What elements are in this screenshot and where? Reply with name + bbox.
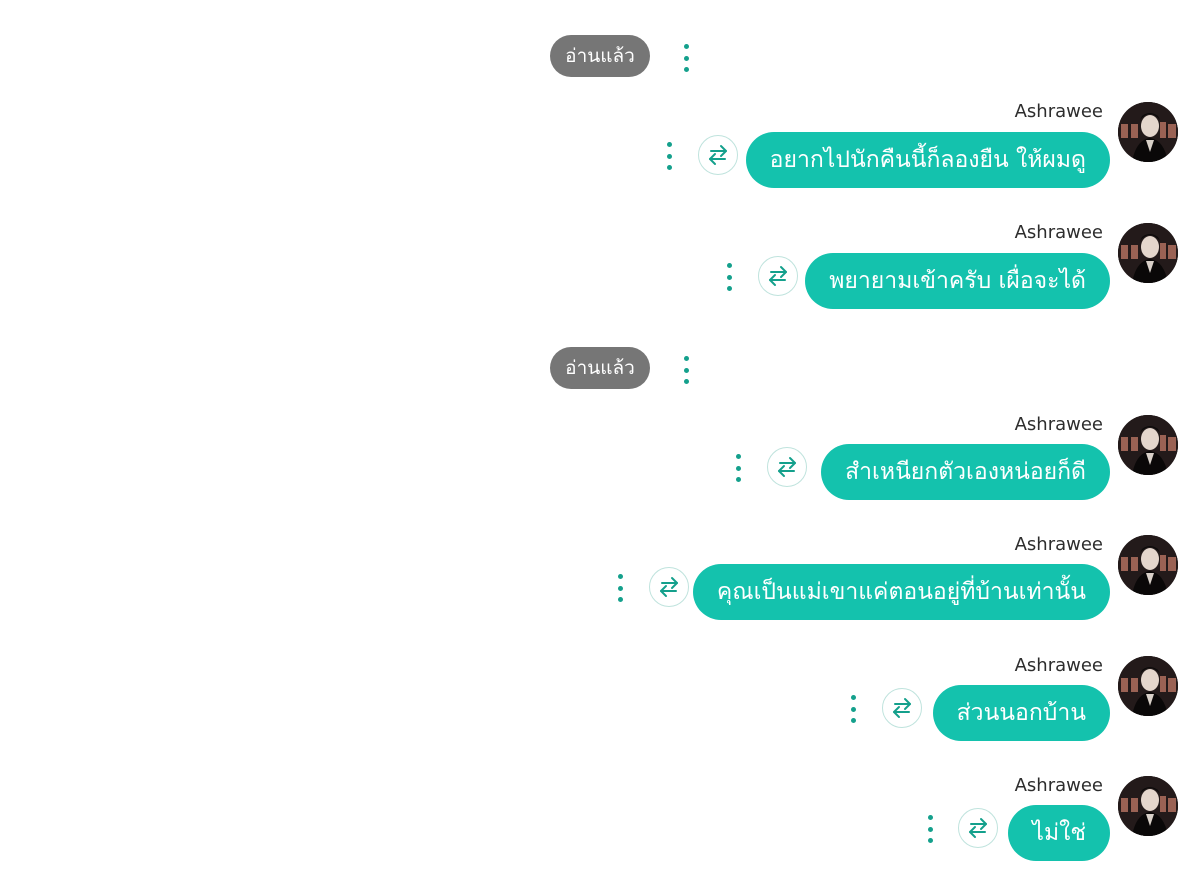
translate-button[interactable] [882, 688, 922, 728]
translate-button[interactable] [767, 447, 807, 487]
avatar[interactable] [1118, 535, 1178, 595]
avatar[interactable] [1118, 656, 1178, 716]
avatar[interactable] [1118, 223, 1178, 283]
message-bubble[interactable]: คุณเป็นแม่เขาแค่ตอนอยู่ที่บ้านเท่านั้น [692, 564, 1110, 620]
avatar-photo [1118, 415, 1178, 475]
sender-name: Ashrawee [1014, 222, 1103, 243]
avatar-photo [1118, 223, 1178, 283]
message-bubble[interactable]: ส่วนนอกบ้าน [932, 685, 1110, 741]
read-receipt: อ่านแล้ว [550, 347, 650, 389]
translate-arrows-icon [709, 145, 727, 165]
sender-name: Ashrawee [1014, 655, 1103, 676]
more-options-icon[interactable] [925, 815, 935, 843]
avatar[interactable] [1118, 102, 1178, 162]
sender-name: Ashrawee [1014, 101, 1103, 122]
chat-thread: อ่านแล้ว Ashrawee อยากไปนักคืนนี้ก็ลองยื… [0, 0, 1200, 873]
translate-arrows-icon [660, 577, 678, 597]
read-receipt: อ่านแล้ว [550, 35, 650, 77]
translate-button[interactable] [958, 808, 998, 848]
message-bubble[interactable]: ไม่ใช่ [1008, 805, 1110, 861]
more-options-icon[interactable] [733, 454, 743, 482]
avatar[interactable] [1118, 415, 1178, 475]
translate-arrows-icon [769, 266, 787, 286]
more-options-icon[interactable] [848, 695, 858, 723]
more-options-icon[interactable] [681, 44, 691, 72]
more-options-icon[interactable] [615, 574, 625, 602]
avatar-photo [1118, 656, 1178, 716]
avatar[interactable] [1118, 776, 1178, 836]
sender-name: Ashrawee [1014, 775, 1103, 796]
avatar-photo [1118, 776, 1178, 836]
more-options-icon[interactable] [664, 142, 674, 170]
message-bubble[interactable]: อยากไปนักคืนนี้ก็ลองยืน ให้ผมดู [745, 132, 1110, 188]
avatar-photo [1118, 535, 1178, 595]
more-options-icon[interactable] [681, 356, 691, 384]
sender-name: Ashrawee [1014, 414, 1103, 435]
translate-button[interactable] [698, 135, 738, 175]
translate-arrows-icon [969, 818, 987, 838]
avatar-photo [1118, 102, 1178, 162]
message-bubble[interactable]: พยายามเข้าครับ เผื่อจะได้ [805, 253, 1110, 309]
translate-button[interactable] [649, 567, 689, 607]
message-bubble[interactable]: สำเหนียกตัวเองหน่อยก็ดี [821, 444, 1110, 500]
sender-name: Ashrawee [1014, 534, 1103, 555]
translate-arrows-icon [778, 457, 796, 477]
translate-button[interactable] [758, 256, 798, 296]
translate-arrows-icon [893, 698, 911, 718]
more-options-icon[interactable] [724, 263, 734, 291]
